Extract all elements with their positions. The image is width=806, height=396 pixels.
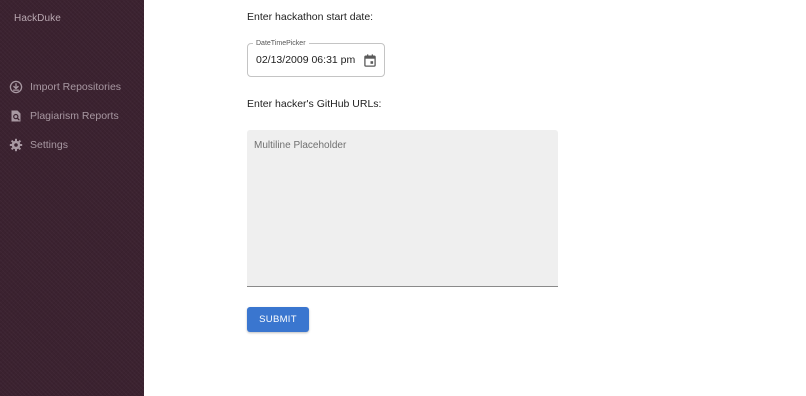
sidebar: HackDuke Import Repositories Plagiarism …: [0, 0, 144, 396]
sidebar-item-label: Settings: [30, 138, 68, 151]
sidebar-item-plagiarism-reports[interactable]: Plagiarism Reports: [0, 101, 144, 130]
github-urls-label: Enter hacker's GitHub URLs:: [247, 98, 382, 110]
sidebar-item-settings[interactable]: Settings: [0, 130, 144, 159]
sidebar-item-label: Plagiarism Reports: [30, 109, 119, 122]
datetime-picker[interactable]: DateTimePicker 02/13/2009 06:31 pm: [247, 39, 385, 77]
report-search-icon: [9, 109, 23, 123]
github-urls-field: [247, 130, 558, 287]
sidebar-item-import-repositories[interactable]: Import Repositories: [0, 72, 144, 101]
start-date-label: Enter hackathon start date:: [247, 11, 374, 23]
sidebar-item-label: Import Repositories: [30, 80, 122, 93]
submit-button[interactable]: SUBMIT: [247, 307, 309, 332]
app-title: HackDuke: [14, 13, 61, 24]
app-root: HackDuke Import Repositories Plagiarism …: [0, 0, 806, 396]
datetime-picker-value[interactable]: 02/13/2009 06:31 pm: [256, 54, 355, 66]
datetime-picker-legend: DateTimePicker: [253, 39, 309, 48]
sidebar-nav: Import Repositories Plagiarism Reports S…: [0, 72, 144, 159]
gear-icon: [9, 138, 23, 152]
import-icon: [9, 80, 23, 94]
github-urls-textarea[interactable]: [247, 130, 558, 286]
calendar-icon[interactable]: [364, 54, 376, 67]
